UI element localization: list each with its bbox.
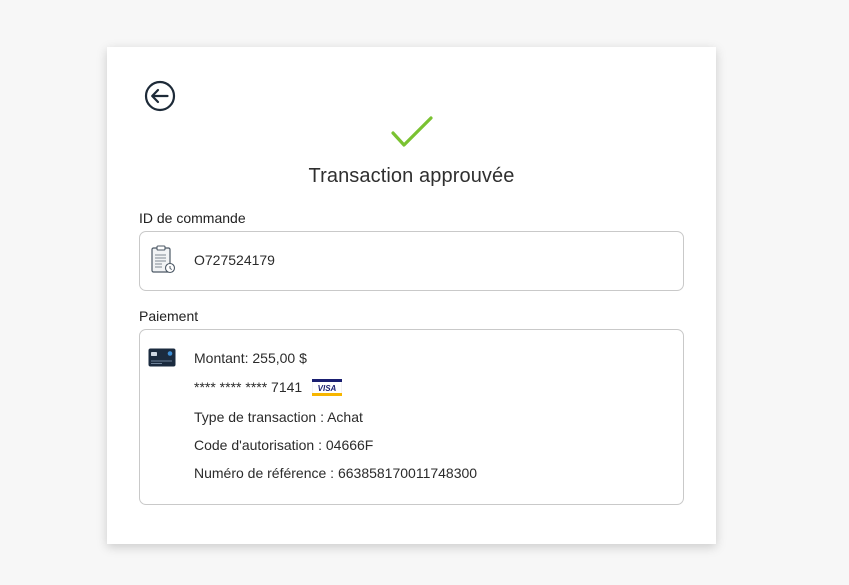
reference-number: Numéro de référence : 663858170011748300 bbox=[194, 465, 478, 481]
payment-label: Paiement bbox=[139, 308, 199, 324]
transaction-type: Type de transaction : Achat bbox=[194, 409, 363, 425]
back-button[interactable] bbox=[143, 79, 177, 113]
payment-panel: Montant: 255,00 $ **** **** **** 7141 VI… bbox=[139, 329, 684, 505]
arrow-left-circle-icon bbox=[144, 80, 176, 112]
authorization-code: Code d'autorisation : 04666F bbox=[194, 437, 374, 453]
credit-card-icon bbox=[148, 348, 176, 367]
visa-logo-icon: VISA bbox=[312, 378, 343, 396]
visa-brand-text: VISA bbox=[318, 384, 337, 393]
payment-amount: Montant: 255,00 $ bbox=[194, 350, 307, 366]
card-number-masked: **** **** **** 7141 bbox=[194, 379, 303, 395]
document-icon bbox=[151, 245, 176, 274]
page-title: Transaction approuvée bbox=[308, 165, 515, 187]
card-number-row: **** **** **** 7141 VISA bbox=[194, 378, 343, 397]
checkmark-icon bbox=[391, 116, 433, 147]
transaction-receipt-card: Transaction approuvée ID de commande O72… bbox=[107, 47, 716, 544]
order-id-panel: O727524179 bbox=[139, 231, 684, 291]
order-id-value: O727524179 bbox=[194, 252, 275, 268]
order-id-label: ID de commande bbox=[139, 210, 246, 226]
